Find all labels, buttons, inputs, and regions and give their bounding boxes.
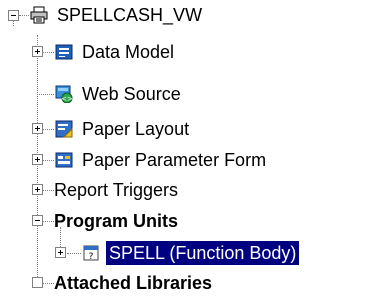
web-source-icon: <> [55, 85, 73, 104]
tree-item-web-source[interactable]: <> Web Source [55, 81, 184, 107]
tree-connector [37, 94, 54, 95]
program-unit-icon: ? [82, 244, 100, 262]
expand-paper-parameter-form-button[interactable] [32, 154, 43, 165]
tree-item-paper-parameter-form[interactable]: Paper Parameter Form [55, 147, 269, 173]
tree-connector [43, 160, 54, 161]
paper-layout-icon [55, 120, 73, 138]
svg-text:?: ? [89, 252, 94, 262]
collapse-program-units-button[interactable] [32, 215, 43, 226]
tree-item-spell-function[interactable]: ? SPELL (Function Body) [82, 240, 300, 266]
data-model-icon [55, 43, 73, 61]
expand-data-model-button[interactable] [32, 46, 43, 57]
tree-item-paper-layout[interactable]: Paper Layout [55, 116, 192, 142]
tree-item-attached-libraries[interactable]: Attached Libraries [52, 270, 215, 296]
tree-connector [67, 253, 81, 254]
attached-libraries-expander[interactable] [32, 277, 43, 288]
tree-item-data-model[interactable]: Data Model [55, 39, 177, 65]
expand-paper-layout-button[interactable] [32, 123, 43, 134]
tree-item-program-units[interactable]: Program Units [52, 208, 181, 234]
object-navigator-tree: SPELLCASH_VW Data Model <> Web Source Pa… [0, 0, 379, 294]
tree-connector [43, 52, 54, 53]
tree-root[interactable]: SPELLCASH_VW [30, 2, 205, 28]
expand-report-triggers-button[interactable] [32, 184, 43, 195]
report-module-icon [30, 6, 48, 24]
selected-item-label: SPELL (Function Body) [106, 241, 300, 265]
expand-spell-button[interactable] [55, 247, 66, 258]
tree-item-report-triggers[interactable]: Report Triggers [52, 177, 181, 203]
parameter-form-icon [55, 151, 73, 169]
tree-connector [43, 129, 54, 130]
tree-root-label: SPELLCASH_VW [57, 5, 203, 25]
tree-connector [19, 15, 29, 16]
svg-text:<>: <> [61, 95, 73, 103]
collapse-root-button[interactable] [8, 10, 19, 21]
